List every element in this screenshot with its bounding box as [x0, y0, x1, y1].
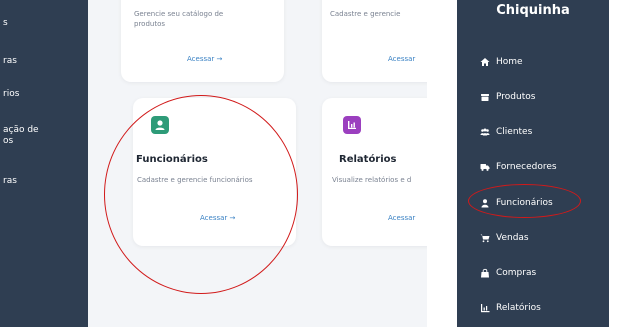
sidebar-item-label: Vendas: [496, 233, 529, 243]
card-relatorios[interactable]: Relatórios Visualize relatórios e d Aces…: [322, 98, 427, 246]
access-link-produtos[interactable]: Acessar →: [187, 55, 222, 63]
truck-icon: [480, 164, 490, 171]
sidebar-item-label: Compras: [496, 268, 537, 278]
sidebar-item-vendas[interactable]: Vendas: [480, 231, 529, 245]
sidebar-item-compras[interactable]: Compras: [480, 266, 536, 280]
sidebar-item-label: Produtos: [496, 92, 536, 102]
users-icon: [480, 128, 490, 136]
page-edge: [609, 0, 634, 327]
sidebar-item-label: Clientes: [496, 127, 533, 137]
chart-icon: [343, 116, 361, 134]
card-desc: Cadastre e gerencie: [330, 10, 401, 18]
left-sidebar-item[interactable]: ação de: [3, 125, 39, 136]
left-sidebar-item[interactable]: rios: [3, 89, 19, 100]
panel-gap: [427, 0, 457, 327]
sidebar-item-produtos[interactable]: Produtos: [480, 90, 535, 104]
sidebar-item-fornecedores[interactable]: Fornecedores: [480, 160, 557, 174]
card-fornecedores: Cadastre e gerencie Acessar: [322, 0, 427, 82]
left-sidebar: s ras rios ação de os ras: [0, 0, 88, 327]
bag-icon: [481, 268, 489, 278]
chart-icon: [481, 304, 490, 313]
box-icon: [481, 94, 489, 101]
sidebar-item-home[interactable]: Home: [480, 55, 523, 69]
left-sidebar-item[interactable]: s: [3, 18, 8, 29]
home-icon: [480, 58, 490, 66]
right-sidebar: Chiquinha Home Produtos Clientes Fornece…: [457, 0, 609, 327]
left-sidebar-item-cont: os: [3, 136, 14, 146]
brand-name: Chiquinha: [496, 3, 570, 18]
left-sidebar-item[interactable]: ras: [3, 176, 17, 187]
sidebar-item-label: Relatórios: [496, 303, 541, 313]
sidebar-item-label: Home: [496, 57, 523, 67]
sidebar-item-relatorios[interactable]: Relatórios: [480, 301, 541, 315]
card-desc: Visualize relatórios e d: [332, 176, 412, 184]
access-link-fornecedores[interactable]: Acessar: [388, 55, 415, 63]
card-title: Relatórios: [339, 154, 397, 165]
card-desc: produtos: [134, 20, 166, 28]
highlight-circle-sidebar-item: [468, 184, 581, 218]
left-sidebar-item[interactable]: ras: [3, 56, 17, 67]
highlight-circle-card: [104, 95, 298, 294]
card-desc: Gerencie seu catálogo de: [134, 10, 224, 18]
sidebar-item-label: Fornecedores: [496, 162, 557, 172]
card-produtos: Gerencie seu catálogo de produtos Acessa…: [121, 0, 284, 82]
cart-icon: [480, 234, 490, 243]
sidebar-item-clientes[interactable]: Clientes: [480, 125, 532, 139]
access-link-relatorios[interactable]: Acessar: [388, 214, 415, 222]
